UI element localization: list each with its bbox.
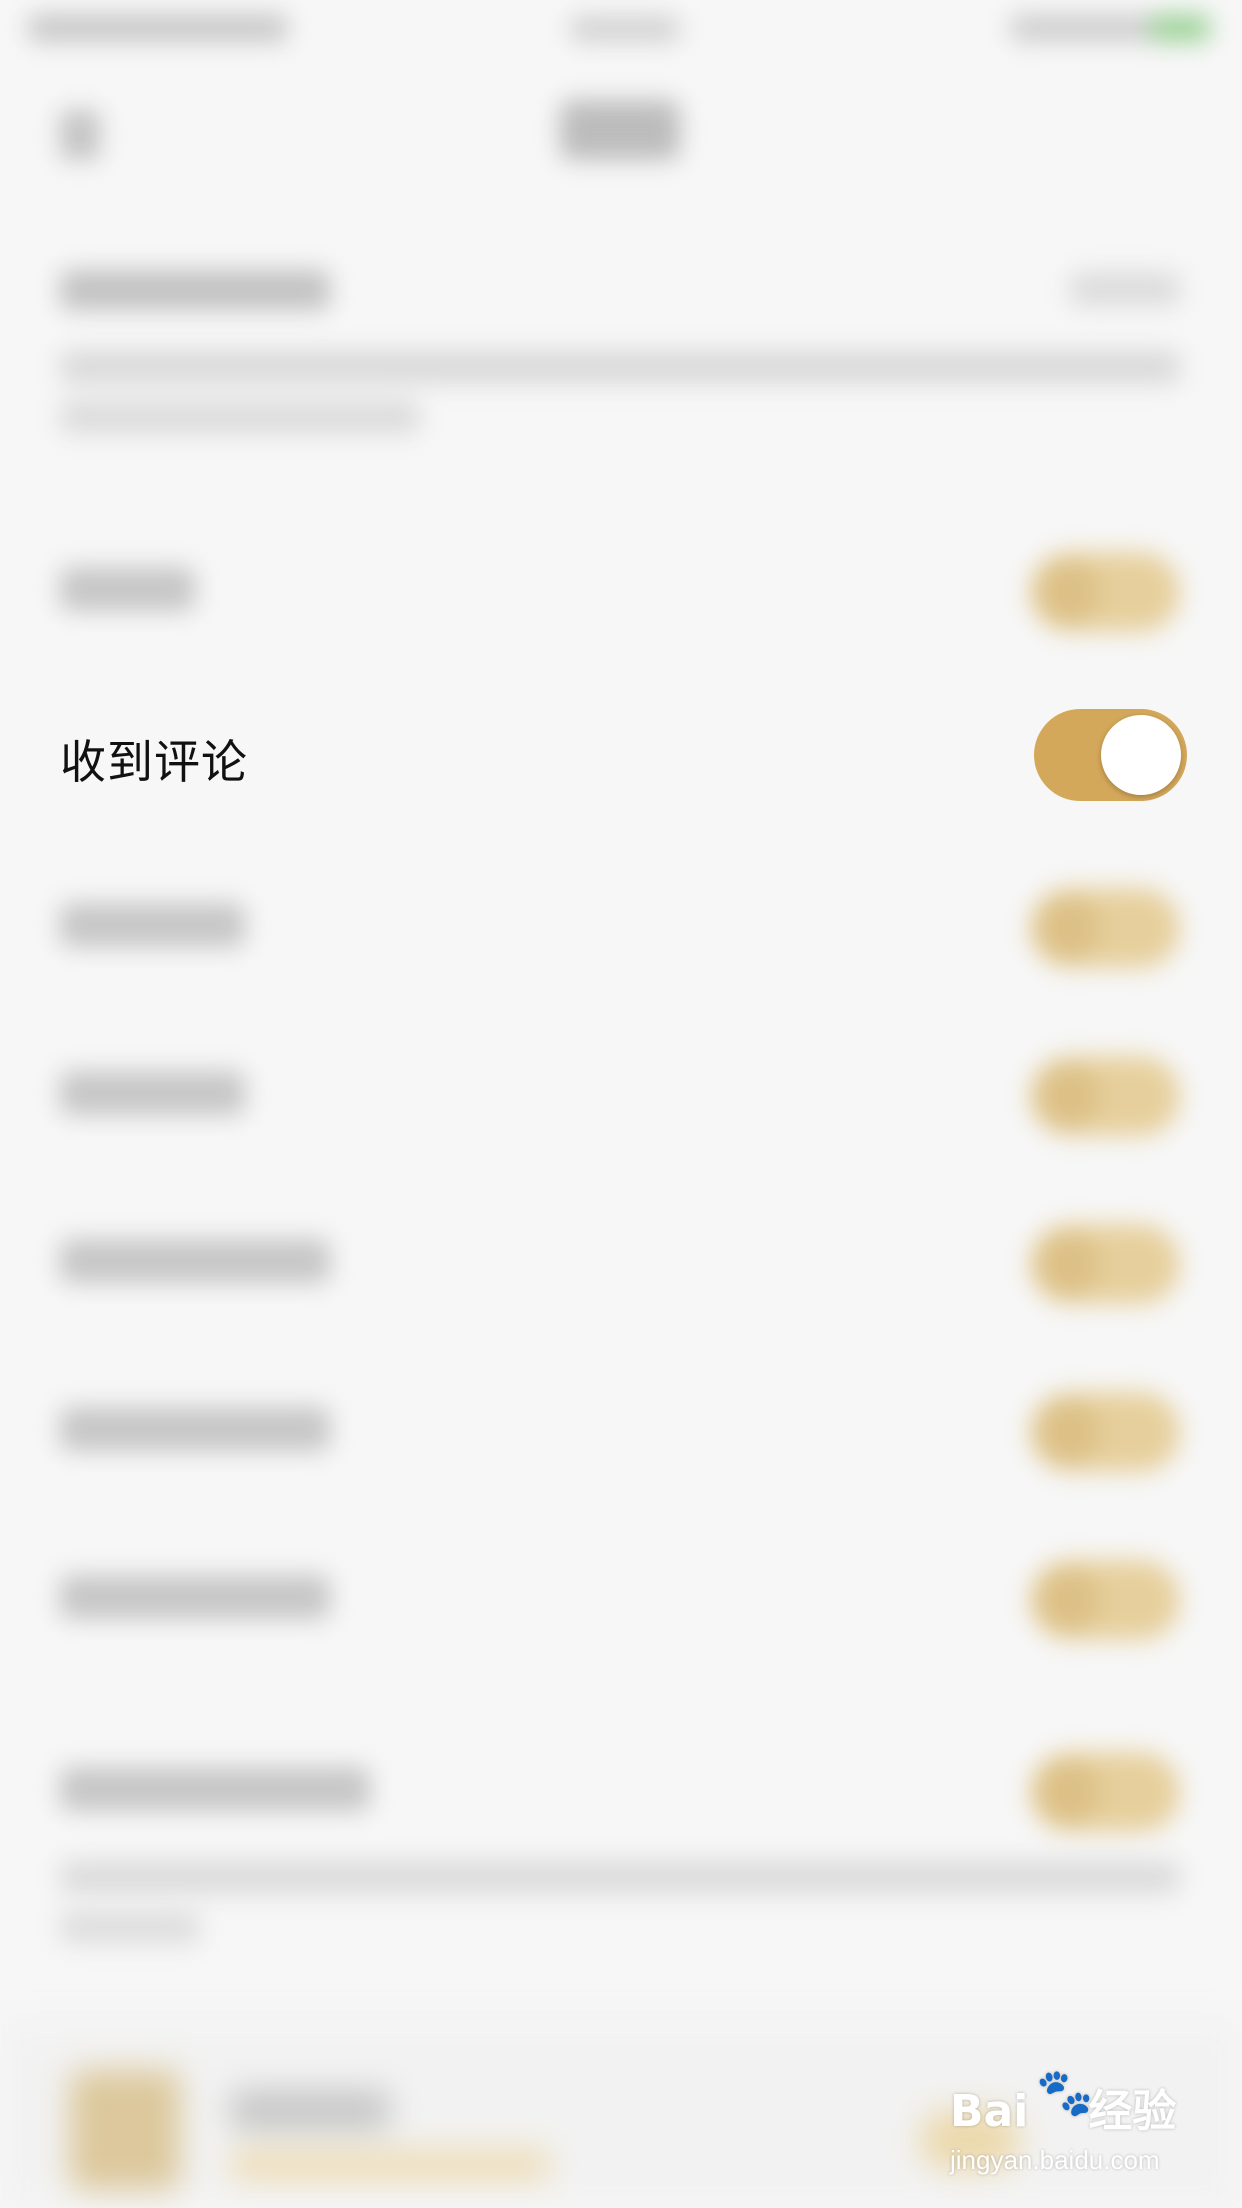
row-label-placeholder [60,1407,330,1451]
back-icon[interactable] [60,110,100,160]
card-title-placeholder [230,2090,390,2130]
section-action-placeholder[interactable] [1070,272,1180,306]
section-description-placeholder [60,350,1180,384]
settings-row[interactable] [0,848,1242,998]
row-label-placeholder [60,1575,330,1619]
card-subtitle-placeholder [230,2150,550,2180]
toggle-switch[interactable] [1030,1224,1180,1304]
watermark-site: jingyan.baidu.com [950,2145,1160,2175]
page-title-placeholder [560,100,680,160]
settings-row[interactable] [0,1184,1242,1334]
row-label: 收到评论 [60,735,248,789]
toggle-switch[interactable] [1030,1752,1180,1832]
toggle-switch[interactable] [1030,1560,1180,1640]
settings-row[interactable] [0,1352,1242,1502]
footer-description-placeholder [60,1910,200,1944]
watermark: Bai 经验 🐾 jingyan.baidu.com [950,2065,1190,2195]
section-header [60,260,1180,460]
battery-icon [1150,14,1210,42]
toggle-switch[interactable] [1030,888,1180,968]
row-label-placeholder [60,1071,245,1115]
status-carrier-placeholder [28,14,288,42]
settings-row[interactable] [0,1712,1242,1862]
toggle-knob [1101,715,1181,795]
thumbnail-image [70,2070,180,2190]
settings-row[interactable] [0,1016,1242,1166]
settings-row[interactable] [0,512,1242,662]
footer-description-placeholder [60,1860,1180,1894]
row-label-placeholder [60,903,245,947]
settings-row-comments[interactable]: 收到评论 [0,680,1242,830]
row-label-placeholder [60,1239,330,1283]
comments-toggle-switch[interactable] [1034,709,1187,801]
row-label-placeholder [60,567,195,611]
status-time-placeholder [570,16,680,42]
toggle-switch[interactable] [1030,1392,1180,1472]
paw-icon: 🐾 [1036,2065,1094,2119]
toggle-switch[interactable] [1030,552,1180,632]
section-description-placeholder [60,400,420,434]
row-label-placeholder [60,1767,370,1811]
toggle-switch[interactable] [1030,1056,1180,1136]
settings-row[interactable] [0,1520,1242,1670]
section-title-placeholder [60,270,330,310]
navigation-bar [0,70,1242,180]
status-bar [0,0,1242,60]
